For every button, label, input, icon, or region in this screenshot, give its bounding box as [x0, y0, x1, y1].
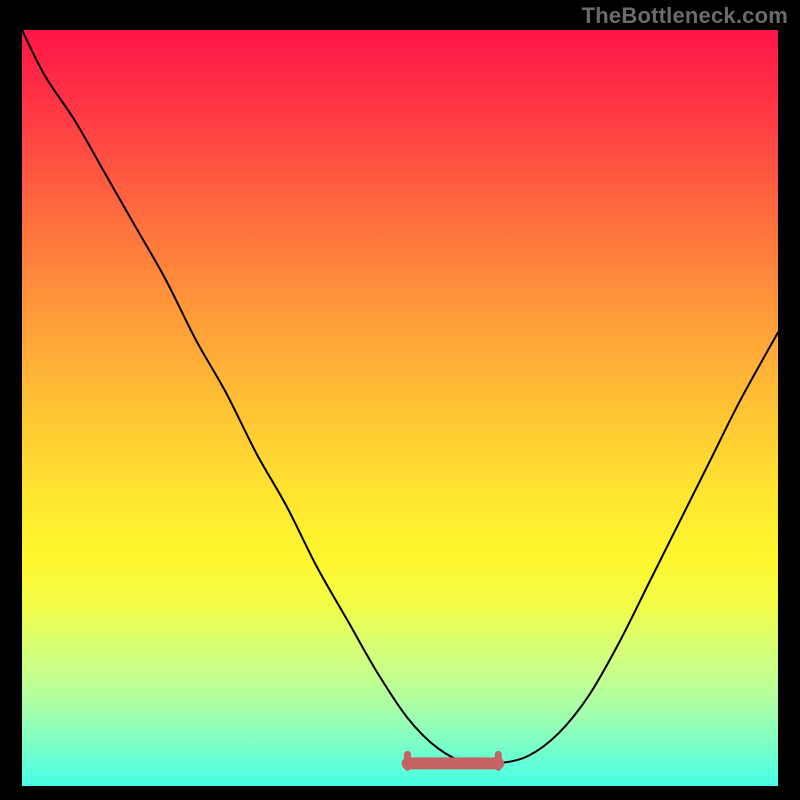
attribution-text: TheBottleneck.com	[582, 3, 788, 29]
plot-area	[22, 30, 778, 786]
bottleneck-curve	[22, 30, 778, 765]
chart-frame: TheBottleneck.com	[0, 0, 800, 800]
chart-svg	[22, 30, 778, 786]
